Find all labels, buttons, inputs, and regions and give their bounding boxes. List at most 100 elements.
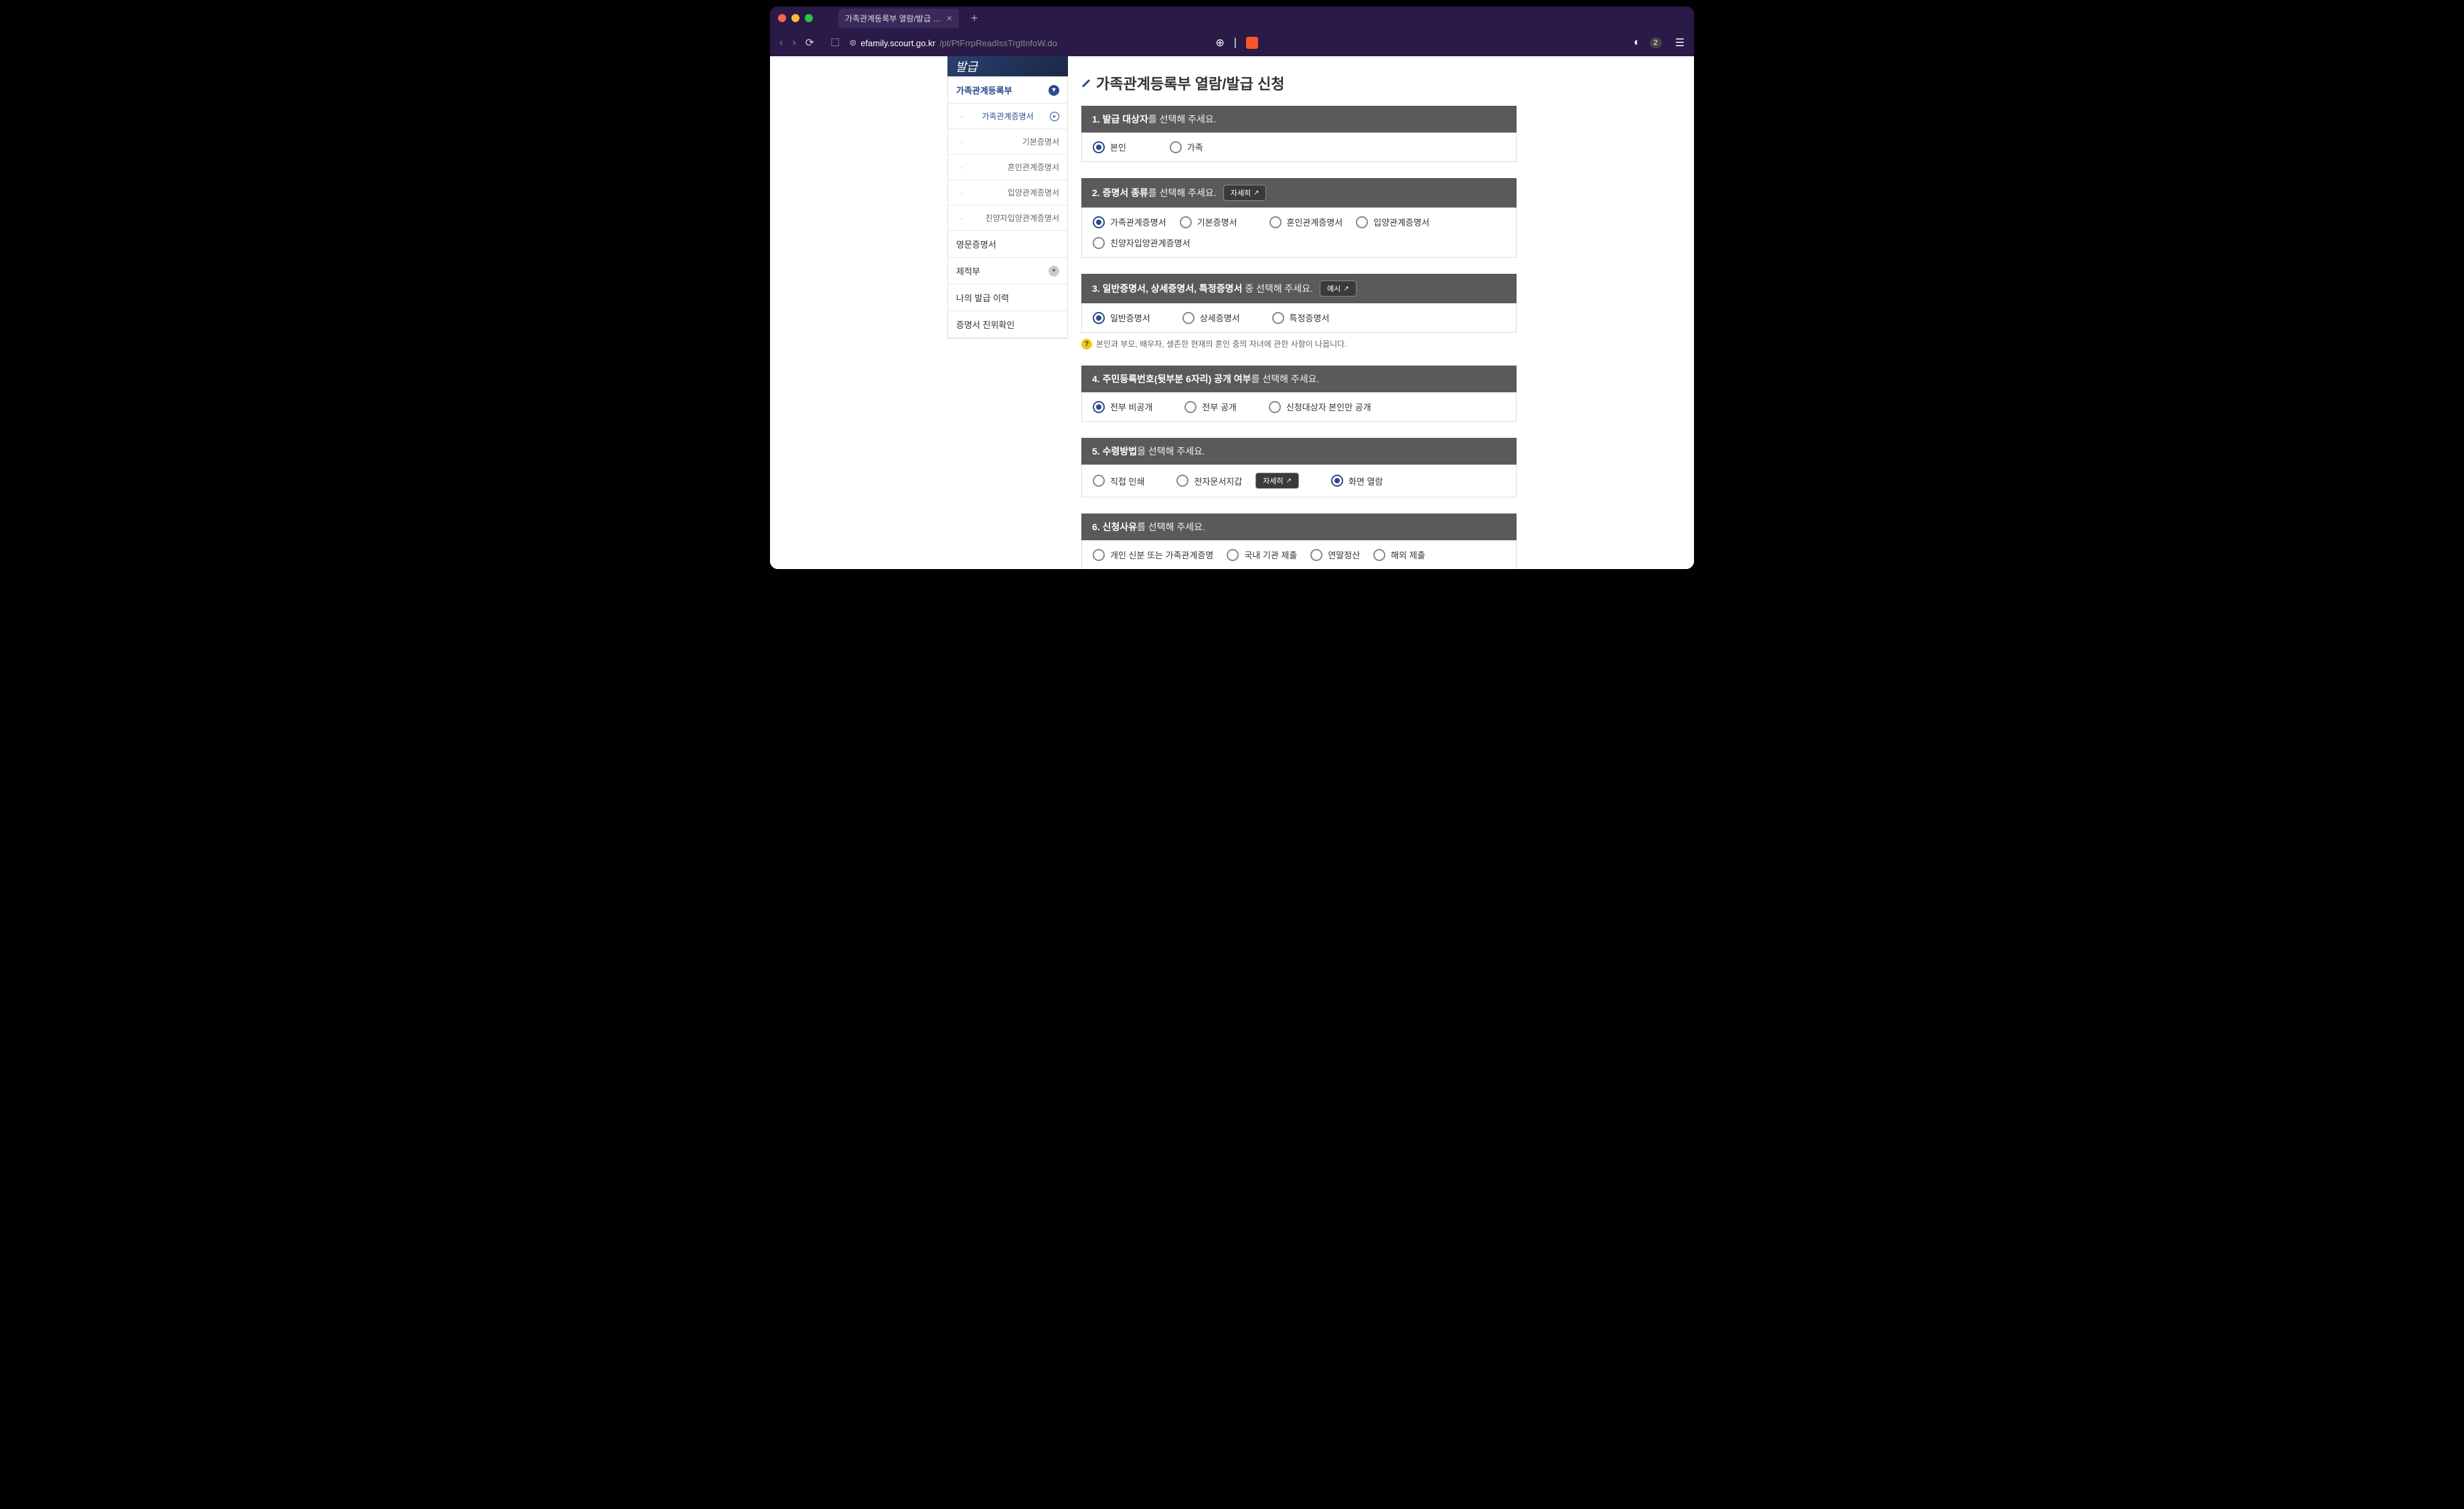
url-input[interactable]: ⊜ efamily.scourt.go.kr/pt/PtFrrpReadIssT…: [849, 37, 1206, 48]
radio-icon: [1310, 549, 1322, 561]
radio-icon: [1331, 475, 1343, 487]
sidebar-item-family-cert[interactable]: 가족관계증명서 ▸: [948, 104, 1067, 129]
external-link-icon: ↗: [1253, 189, 1259, 197]
radio-icon: [1227, 549, 1239, 561]
section-reason: 6. 신청사유를 선택해 주세요. 개인 신분 또는 가족관계증명 국내 기관 …: [1081, 513, 1517, 569]
back-button[interactable]: ‹: [779, 37, 783, 49]
detail-button-ewallet[interactable]: 자세히↗: [1255, 473, 1299, 489]
separator: |: [1234, 37, 1237, 49]
radio-cert-family[interactable]: 가족관계증명서: [1093, 216, 1166, 228]
radio-icon: [1269, 401, 1281, 413]
radio-icon: [1176, 475, 1188, 487]
section-header-1: 1. 발급 대상자를 선택해 주세요.: [1081, 106, 1517, 133]
radio-hide-all[interactable]: 전부 비공개: [1093, 400, 1152, 413]
chevron-down-icon: ▾: [1049, 85, 1059, 96]
radio-icon: [1182, 312, 1195, 324]
radio-year-end[interactable]: 연말정산: [1310, 548, 1360, 561]
radio-personal-id[interactable]: 개인 신분 또는 가족관계증명: [1093, 548, 1213, 561]
sidebar-head-family[interactable]: 가족관계등록부 ▾: [948, 77, 1067, 104]
radio-cert-basic[interactable]: 기본증명서: [1180, 216, 1237, 228]
page-title: 가족관계등록부 열람/발급 신청: [1081, 72, 1517, 94]
radio-cert-marriage[interactable]: 혼인관계증명서: [1269, 216, 1343, 228]
tab-title: 가족관계등록부 열람/발급 신청 | 가: [845, 13, 943, 24]
url-bar: ‹ › ⟳ ☐ ⊜ efamily.scourt.go.kr/pt/PtFrrp…: [770, 29, 1694, 56]
sidebar-item-english[interactable]: 영문증명서: [948, 231, 1067, 258]
radio-icon: [1184, 401, 1197, 413]
chevron-down-icon: ▾: [1049, 266, 1059, 276]
secure-icon: ⊜: [849, 37, 856, 48]
sidebar-banner: 발급: [947, 56, 1068, 76]
external-link-icon: ↗: [1286, 477, 1292, 485]
play-icon: ▸: [1050, 112, 1059, 121]
radio-general[interactable]: 일반증명서: [1093, 311, 1150, 324]
traffic-lights: [778, 14, 813, 22]
radio-icon: [1093, 401, 1105, 413]
radio-ewallet[interactable]: 전자문서지갑: [1176, 473, 1242, 489]
menu-icon[interactable]: ☰: [1675, 36, 1685, 50]
radio-icon: [1093, 475, 1105, 487]
radio-icon: [1269, 216, 1282, 228]
sidebar-item-full-adoption-cert[interactable]: 친양자입양관계증명서: [948, 206, 1067, 231]
radio-screen-view[interactable]: 화면 열람: [1331, 473, 1383, 489]
forward-button[interactable]: ›: [792, 37, 795, 49]
radio-detailed[interactable]: 상세증명서: [1182, 311, 1240, 324]
close-tab-icon[interactable]: ×: [947, 13, 952, 23]
section-header-5: 5. 수령방법을 선택해 주세요.: [1081, 438, 1517, 465]
section-header-6: 6. 신청사유를 선택해 주세요.: [1081, 513, 1517, 540]
radio-icon: [1093, 237, 1105, 249]
sidebar-item-verify[interactable]: 증명서 진위확인: [948, 311, 1067, 338]
example-button[interactable]: 예시↗: [1320, 281, 1357, 297]
sidebar-item-adoption-cert[interactable]: 입양관계증명서: [948, 180, 1067, 206]
new-tab-button[interactable]: +: [971, 11, 978, 25]
titlebar: 가족관계등록부 열람/발급 신청 | 가 × +: [770, 7, 1694, 29]
section-receive-method: 5. 수령방법을 선택해 주세요. 직접 인쇄 전자문서지갑 자세히↗ 화면 열…: [1081, 438, 1517, 497]
radio-icon: [1356, 216, 1368, 228]
radio-icon: [1170, 141, 1182, 153]
radio-show-self[interactable]: 신청대상자 본인만 공개: [1269, 400, 1371, 413]
radio-icon: [1373, 549, 1385, 561]
radio-self[interactable]: 본인: [1093, 141, 1126, 153]
search-icon[interactable]: ⊕: [1215, 36, 1224, 50]
sidebar-menu: 가족관계등록부 ▾ 가족관계증명서 ▸ 기본증명서 혼인관계증명서 입양관계증명…: [947, 76, 1068, 339]
sidebar-item-basic-cert[interactable]: 기본증명서: [948, 129, 1067, 155]
sidebar-item-jejeok[interactable]: 제적부 ▾: [948, 258, 1067, 285]
help-icon: ?: [1081, 339, 1092, 349]
section-target: 1. 발급 대상자를 선택해 주세요. 본인 가족: [1081, 106, 1517, 162]
section-cert-type: 2. 증명서 종류를 선택해 주세요. 자세히↗ 가족관계증명서 기본증명서 혼…: [1081, 178, 1517, 258]
radio-icon: [1093, 216, 1105, 228]
radio-print[interactable]: 직접 인쇄: [1093, 473, 1144, 489]
radio-icon: [1093, 549, 1105, 561]
brave-shield-icon[interactable]: [1246, 37, 1258, 49]
detail-button[interactable]: 자세히↗: [1223, 185, 1267, 201]
radio-icon: [1180, 216, 1192, 228]
radio-icon: [1093, 312, 1105, 324]
tracker-icon[interactable]: ◐: [1634, 37, 1640, 49]
radio-cert-full-adoption[interactable]: 친양자입양관계증명서: [1093, 236, 1190, 249]
radio-icon: [1093, 141, 1105, 153]
minimize-window-button[interactable]: [791, 14, 799, 22]
radio-show-all[interactable]: 전부 공개: [1184, 400, 1236, 413]
radio-domestic-submit[interactable]: 국내 기관 제출: [1227, 548, 1297, 561]
tracker-count: 2: [1650, 37, 1662, 48]
section-header-4: 4. 주민등록번호(뒷부분 6자리) 공개 여부를 선택해 주세요.: [1081, 366, 1517, 392]
url-path: /pt/PtFrrpReadIssTrgtInfoW.do: [939, 38, 1057, 48]
radio-icon: [1272, 312, 1284, 324]
radio-specific[interactable]: 특정증명서: [1272, 311, 1330, 324]
url-domain: efamily.scourt.go.kr: [860, 38, 935, 48]
bookmark-icon[interactable]: ☐: [830, 36, 840, 50]
sidebar-item-history[interactable]: 나의 발급 이력: [948, 285, 1067, 311]
section-header-3: 3. 일반증명서, 상세증명서, 특정증명서 중 선택해 주세요. 예시↗: [1081, 274, 1517, 303]
radio-cert-adoption[interactable]: 입양관계증명서: [1356, 216, 1430, 228]
maximize-window-button[interactable]: [805, 14, 813, 22]
section-header-2: 2. 증명서 종류를 선택해 주세요. 자세히↗: [1081, 178, 1517, 208]
sidebar-item-marriage-cert[interactable]: 혼인관계증명서: [948, 155, 1067, 180]
reload-button[interactable]: ⟳: [805, 36, 814, 50]
external-link-icon: ↗: [1343, 285, 1349, 293]
help-note: ? 본인과 부모, 배우자, 생존한 현재의 혼인 중의 자녀에 관한 사항이 …: [1081, 338, 1517, 349]
radio-family[interactable]: 가족: [1170, 141, 1203, 153]
browser-tab[interactable]: 가족관계등록부 열람/발급 신청 | 가 ×: [838, 9, 959, 28]
radio-overseas-submit[interactable]: 해외 제출: [1373, 548, 1425, 561]
section-detail-level: 3. 일반증명서, 상세증명서, 특정증명서 중 선택해 주세요. 예시↗ 일반…: [1081, 274, 1517, 349]
close-window-button[interactable]: [778, 14, 786, 22]
section-rrn-visibility: 4. 주민등록번호(뒷부분 6자리) 공개 여부를 선택해 주세요. 전부 비공…: [1081, 366, 1517, 422]
